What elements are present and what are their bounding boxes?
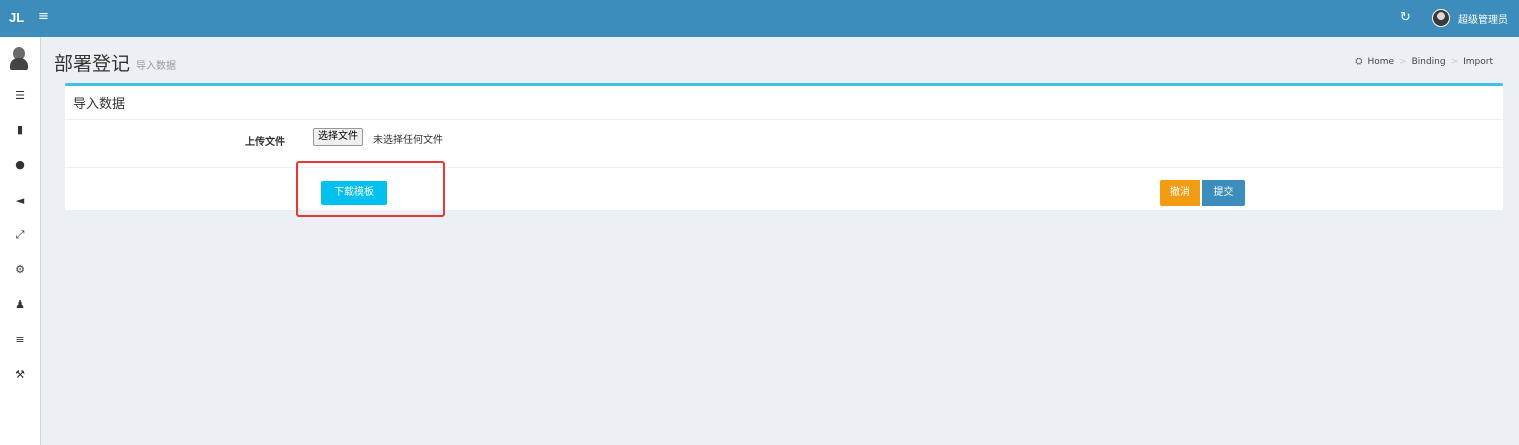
bars-icon: ≡ — [15, 333, 25, 346]
sidebar-item-book[interactable]: ▮ — [0, 119, 40, 141]
breadcrumb-separator: > — [1399, 57, 1407, 67]
brand-logo[interactable]: JL — [9, 10, 24, 25]
book-icon: ▮ — [16, 123, 24, 136]
cogs-icon: ⚙ — [15, 263, 25, 276]
wrench-icon: ⚒ — [15, 368, 25, 381]
submit-button[interactable]: 提交 — [1202, 180, 1245, 206]
breadcrumb-import: Import — [1463, 57, 1493, 67]
users-icon: ♟ — [15, 298, 25, 311]
list-icon: ☰ — [15, 89, 25, 102]
cancel-button[interactable]: 撤消 — [1160, 180, 1200, 206]
sidebar-item-expand[interactable]: ⤢ — [0, 224, 40, 246]
sidebar-item-user[interactable]: ● — [0, 154, 40, 176]
menu-toggle-icon[interactable]: ≡ — [38, 9, 49, 24]
sidebar: ☰ ▮ ● ◄ ⤢ ⚙ ♟ ≡ ⚒ — [0, 37, 41, 445]
sidebar-item-menu[interactable]: ≡ — [0, 329, 40, 351]
avatar — [1432, 9, 1450, 27]
user-icon: ● — [15, 158, 25, 171]
breadcrumb-separator: > — [1450, 57, 1459, 67]
box-title: 导入数据 — [73, 97, 126, 112]
sidebar-avatar — [9, 47, 29, 71]
file-status-text: 未选择任何文件 — [373, 135, 443, 146]
import-box: 导入数据 上传文件 选择文件 未选择任何文件 下载模板 撤消 提交 — [65, 83, 1503, 210]
page-title: 部署登记 — [54, 53, 131, 75]
choose-file-button[interactable]: 选择文件 — [313, 128, 363, 146]
avatar-body — [10, 58, 28, 70]
box-header: 导入数据 — [65, 86, 1503, 120]
user-name: 超级管理员 — [1458, 14, 1508, 26]
refresh-icon[interactable]: ↻ — [1400, 10, 1411, 25]
dashboard-icon: ⛭ — [1355, 57, 1363, 67]
page-subtitle: 导入数据 — [136, 61, 176, 72]
upload-file-label: 上传文件 — [245, 137, 285, 148]
bullhorn-icon: ◄ — [15, 194, 25, 207]
top-navbar: JL ≡ ↻ 超级管理员 — [0, 0, 1519, 37]
expand-icon: ⤢ — [15, 228, 25, 241]
breadcrumb-home[interactable]: Home — [1367, 57, 1394, 67]
highlight-annotation — [296, 161, 445, 217]
sidebar-item-bullhorn[interactable]: ◄ — [0, 190, 40, 212]
breadcrumb: ⛭ Home > Binding > Import — [1355, 57, 1493, 67]
user-menu[interactable]: 超级管理员 — [1432, 8, 1508, 28]
breadcrumb-binding[interactable]: Binding — [1412, 57, 1446, 67]
sidebar-item-list[interactable]: ☰ — [0, 85, 40, 107]
sidebar-item-tools[interactable]: ⚒ — [0, 364, 40, 386]
sidebar-item-users[interactable]: ♟ — [0, 294, 40, 316]
sidebar-item-settings[interactable]: ⚙ — [0, 259, 40, 281]
upload-form-row: 上传文件 选择文件 未选择任何文件 — [65, 119, 1503, 168]
